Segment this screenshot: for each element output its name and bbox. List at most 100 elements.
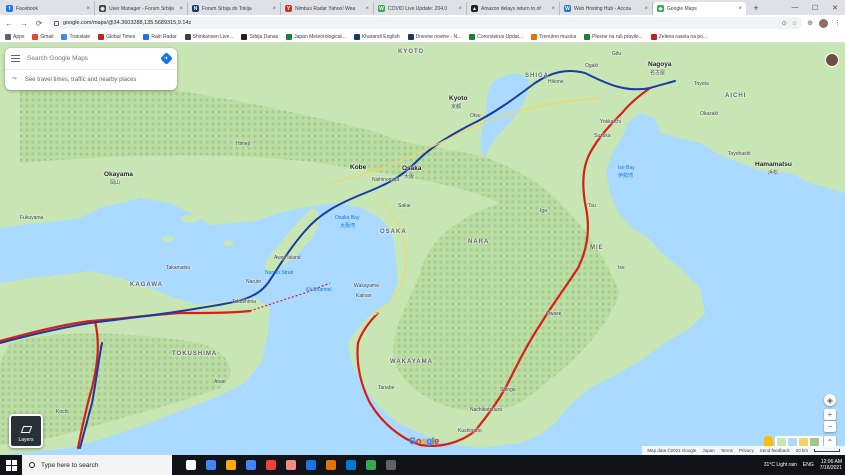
label-tokushima: TOKUSHIMA (172, 351, 218, 357)
new-tab-button[interactable]: + (750, 2, 762, 14)
taskbar-app-icon[interactable] (266, 460, 276, 470)
compass-button[interactable]: ◈ (824, 394, 836, 406)
tab-close-icon[interactable]: × (551, 6, 555, 12)
reload-button[interactable]: ⟳ (34, 18, 44, 28)
feedback-link[interactable]: Send feedback (760, 448, 790, 453)
menu-icon[interactable] (11, 55, 20, 62)
scale-label[interactable]: 20 km (796, 448, 808, 453)
language-indicator[interactable]: ENG (803, 462, 814, 468)
forward-button[interactable]: → (19, 18, 29, 28)
back-button[interactable]: ← (4, 18, 14, 28)
account-avatar[interactable] (825, 53, 839, 67)
lock-icon[interactable] (54, 20, 59, 26)
bookmark-item[interactable]: Plesne na ruli pravilo... (584, 33, 643, 40)
label-himeji: Himeji (236, 141, 250, 147)
browser-tab[interactable]: N Forum Srbija do Tokija × (188, 2, 281, 15)
browser-tab[interactable]: ◉ User Manager - Forum Srbija × (95, 2, 188, 15)
label-ogaki: Ogaki (585, 63, 599, 69)
tab-close-icon[interactable]: × (644, 6, 648, 12)
location-icon[interactable]: ⊙ (782, 20, 787, 27)
bookmarks-bar: Apps Gmail Translate Global Times Rain Radar… (0, 31, 845, 43)
country-link[interactable]: Japan (702, 448, 714, 453)
taskbar-app-icon[interactable] (226, 460, 236, 470)
url-text[interactable]: google.com/maps/@34.3603288,135.5689315,… (63, 20, 778, 26)
tab-title: Web Hosting Hub - Accou (574, 5, 632, 12)
tab-close-icon[interactable]: × (458, 6, 462, 12)
bookmark-item[interactable]: Japan Meteorological... (286, 33, 346, 40)
taskbar-app-icon[interactable] (346, 460, 356, 470)
label-nara: NARA (468, 239, 490, 245)
tab-strip: f Facebook × ◉ User Manager - Forum Srbija × N… (0, 0, 845, 15)
bookmark-label: Rain Radar (151, 33, 177, 40)
system-tray: 31°C Light rain ENG 12:06 AM 7/16/2021 (764, 455, 842, 475)
browser-menu-icon[interactable]: ⋮ (834, 19, 841, 27)
bookmark-item[interactable]: Kharandi English (353, 33, 400, 40)
close-window-button[interactable]: ✕ (825, 0, 845, 15)
bookmark-item[interactable]: Rain Radar (143, 33, 177, 40)
taskbar-app-icon[interactable] (246, 460, 256, 470)
label-okayama-jp: 岡山 (110, 180, 121, 186)
tab-favicon-icon: ◆ (657, 5, 664, 12)
windows-icon (5, 459, 17, 471)
tab-close-icon[interactable]: × (179, 6, 183, 12)
taskbar-app-icon[interactable] (386, 460, 396, 470)
bookmark-favicon-icon (5, 33, 11, 40)
taskbar-app-icon[interactable] (186, 460, 196, 470)
map-canvas[interactable]: KYOTO SHIGA AICHI Nagoya 名古屋 Kyoto 京都 Ko… (0, 43, 845, 455)
tab-close-icon[interactable]: × (738, 6, 742, 12)
tab-close-icon[interactable]: × (86, 6, 90, 12)
browser-tab[interactable]: W COVID Live Update: 204,0 × (374, 2, 467, 15)
zoom-out-button[interactable]: − (824, 421, 836, 432)
privacy-link[interactable]: Privacy (739, 448, 754, 453)
bookmark-favicon-icon (143, 33, 150, 40)
weather-widget[interactable]: 31°C Light rain (764, 462, 797, 468)
browser-tab[interactable]: ◆ Google Maps × (653, 2, 746, 15)
label-kyoto-region: KYOTO (398, 49, 425, 55)
bookmark-favicon-icon (650, 33, 657, 40)
search-input[interactable] (27, 55, 155, 62)
maximize-button[interactable]: ☐ (805, 0, 825, 15)
terms-link[interactable]: Terms (721, 448, 733, 453)
clock[interactable]: 12:06 AM 7/16/2021 (820, 459, 842, 471)
bookmark-star-icon[interactable]: ☆ (792, 20, 797, 27)
bookmark-item[interactable]: Dnevne novine - N... (407, 33, 461, 40)
bookmark-item[interactable]: Gmail (32, 33, 53, 40)
directions-icon[interactable]: ➜ (160, 52, 173, 65)
start-button[interactable] (0, 455, 22, 475)
bookmark-item[interactable]: Shinkansen Live... (184, 33, 233, 40)
profile-avatar[interactable] (819, 18, 828, 28)
browser-tab[interactable]: ▲ Amazon delays return to of × (467, 2, 560, 15)
bookmark-item[interactable]: Translate (61, 33, 90, 40)
taskbar-search[interactable]: Type here to search (22, 455, 172, 475)
bookmark-item[interactable]: Srbija Danas (241, 33, 278, 40)
taskbar-app-icon[interactable] (306, 460, 316, 470)
taskbar-app-icon[interactable] (366, 460, 376, 470)
label-ise-bay: Ise Bay (618, 165, 635, 171)
label-toyota: Toyota (694, 81, 709, 87)
bookmark-favicon-icon (98, 33, 105, 40)
bookmark-item[interactable]: Global Times (98, 33, 135, 40)
browser-tab[interactable]: W Web Hosting Hub - Accou × (560, 2, 653, 15)
extensions-icon[interactable]: ⊕ (807, 19, 813, 27)
zoom-in-button[interactable]: + (824, 409, 836, 420)
taskbar-app-icon[interactable] (286, 460, 296, 470)
browser-tab[interactable]: Y Nimbus Radar Yahoo! Wea × (281, 2, 374, 15)
taskbar-app-icon[interactable] (206, 460, 216, 470)
minimize-button[interactable]: — (785, 0, 805, 15)
bookmark-item[interactable]: Coronavirus Updat... (469, 33, 523, 40)
label-tsu: Tsu (588, 203, 596, 209)
taskbar-app-icon[interactable] (326, 460, 336, 470)
label-wakayama: WAKAYAMA (390, 359, 433, 365)
label-kagawa: KAGAWA (130, 282, 163, 288)
bookmark-item[interactable]: Apps (5, 33, 24, 40)
tab-close-icon[interactable]: × (272, 6, 276, 12)
travel-times-hint[interactable]: ⤳ See travel times, traffic and nearby p… (5, 70, 177, 89)
address-bar[interactable]: google.com/maps/@34.3603288,135.5689315,… (49, 17, 803, 29)
bookmark-item[interactable]: Trenutno musica (531, 33, 576, 40)
window-controls: — ☐ ✕ (785, 0, 845, 15)
browser-tab[interactable]: f Facebook × (2, 2, 95, 15)
layers-button[interactable]: Layers (9, 414, 43, 448)
bookmark-item[interactable]: Zelena rasela na po... (650, 33, 707, 40)
tab-close-icon[interactable]: × (365, 6, 369, 12)
label-otsu: Otsu (470, 113, 481, 119)
